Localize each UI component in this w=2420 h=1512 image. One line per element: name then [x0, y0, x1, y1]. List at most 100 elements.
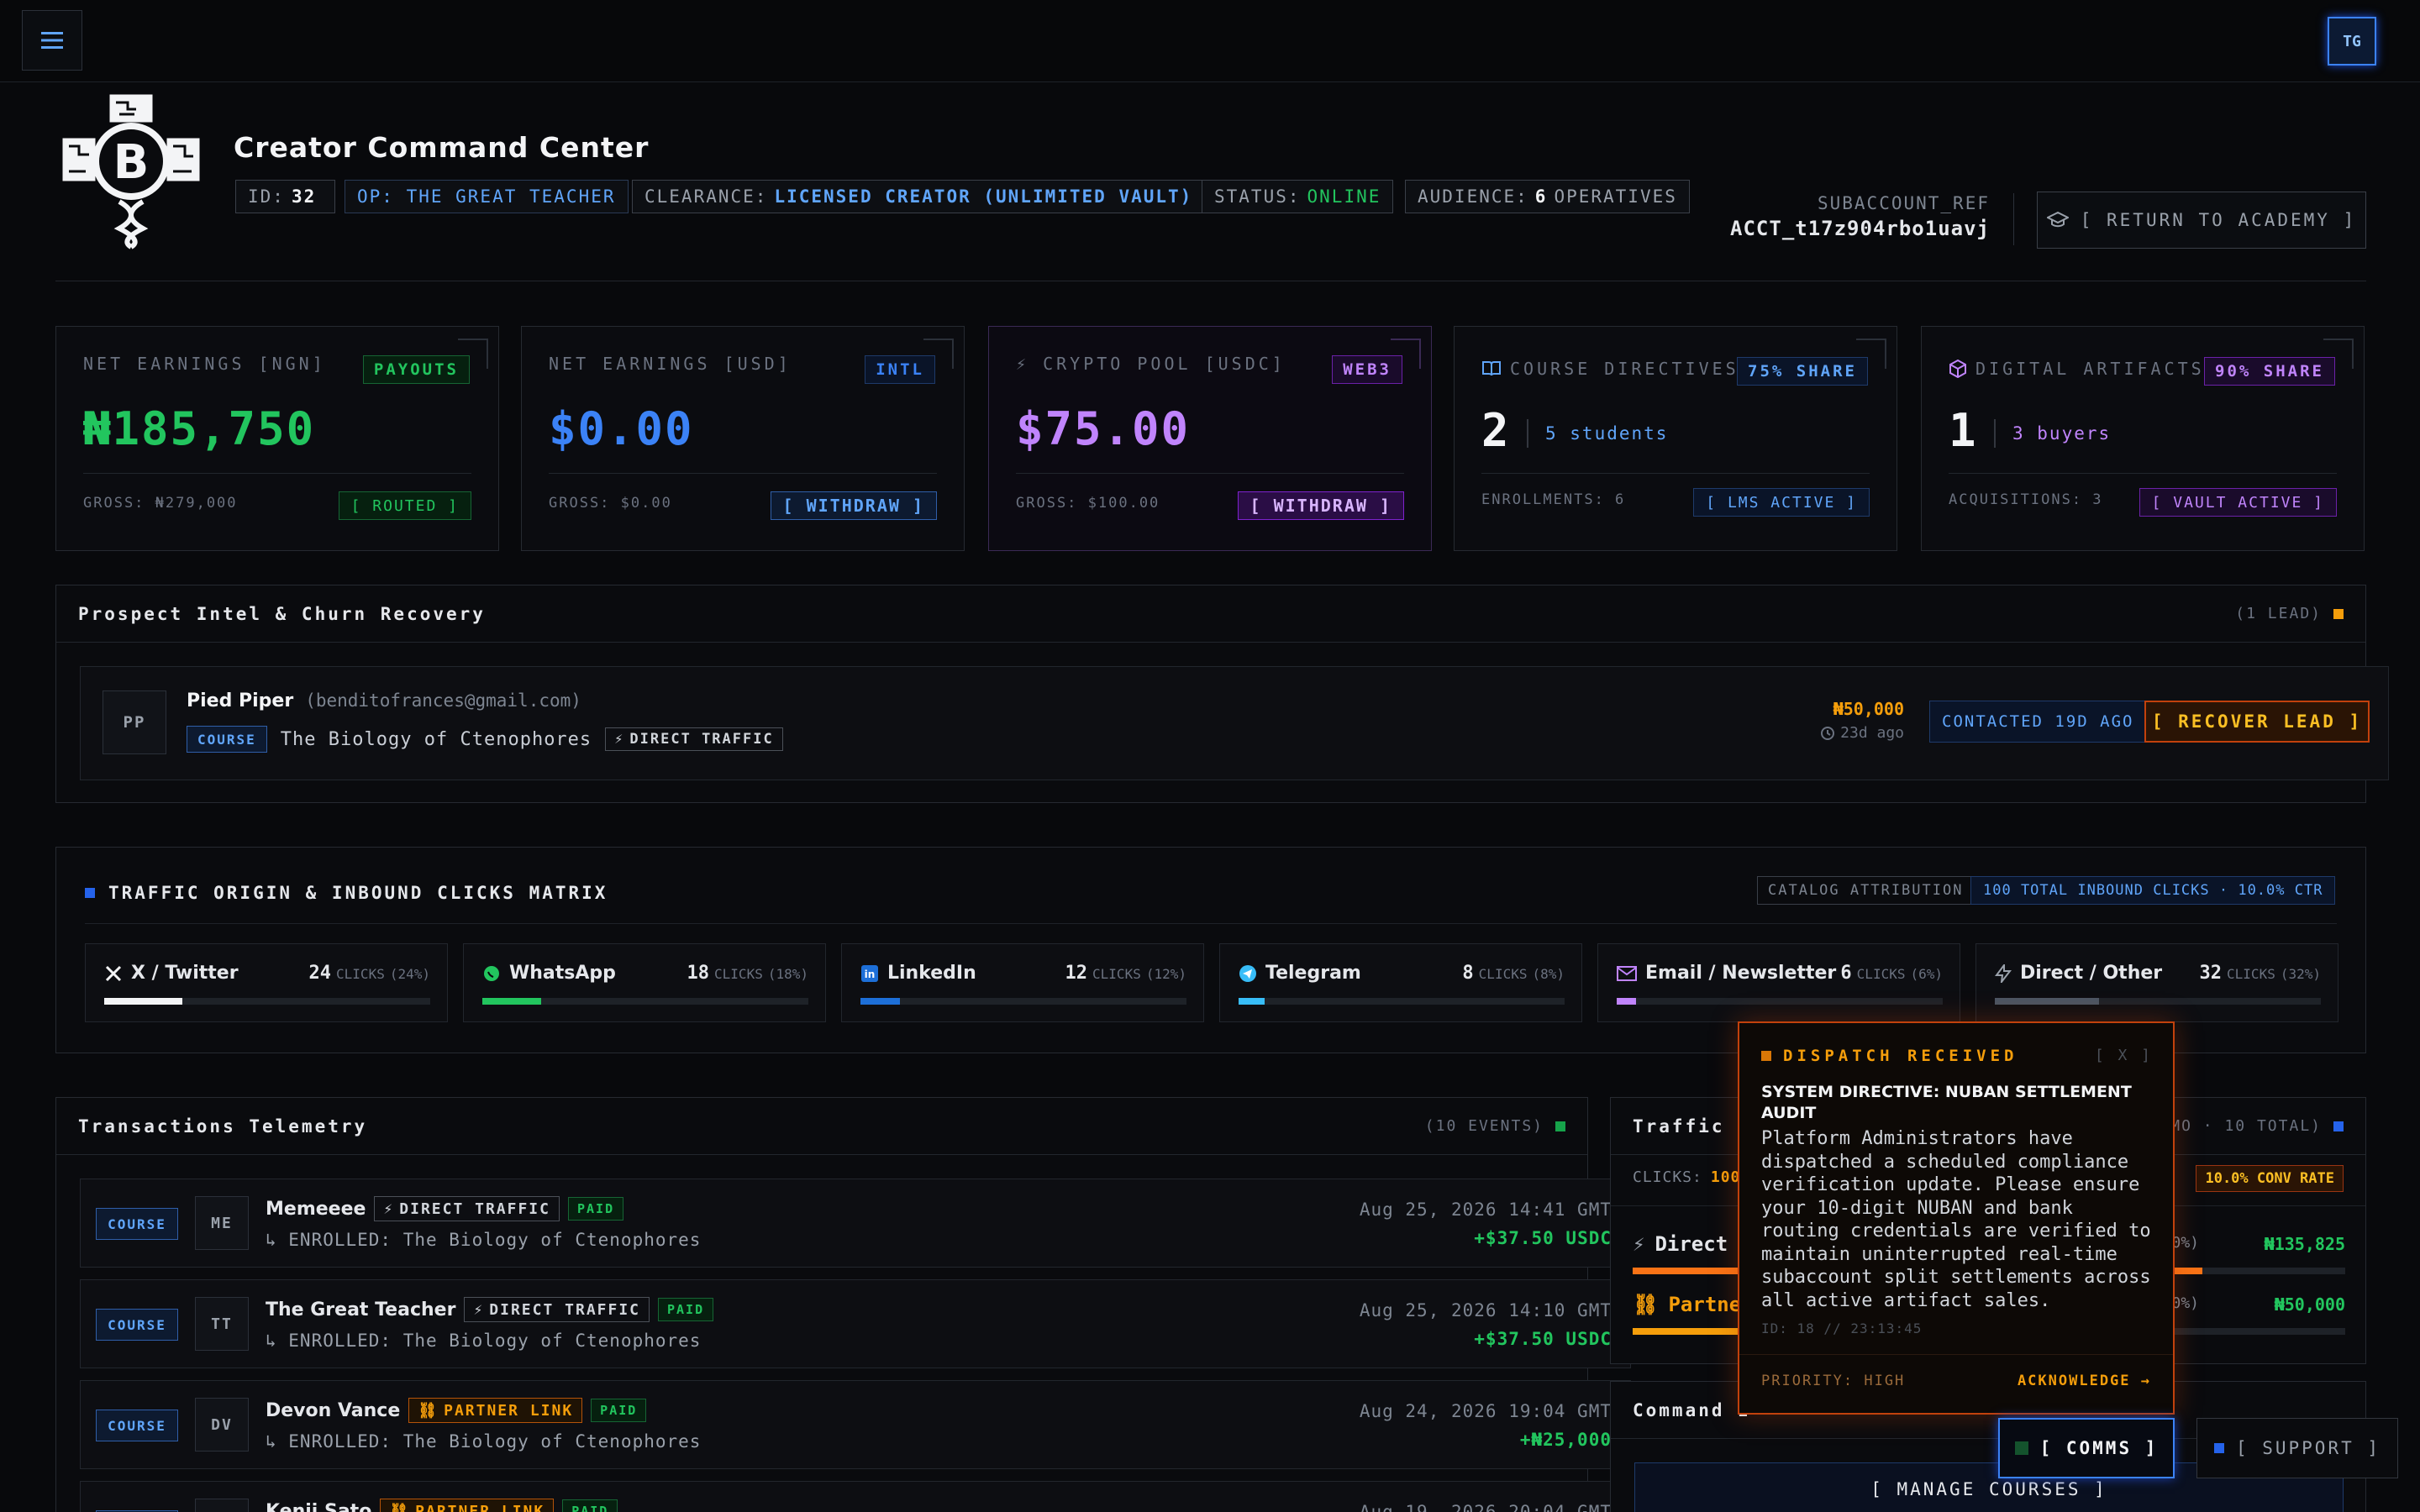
transaction-name: Memeeee	[266, 1198, 366, 1220]
panel-header: Transactions Telemetry (10 EVENTS)	[56, 1098, 1587, 1155]
linkedin-icon: in	[860, 964, 879, 983]
paid-badge: PAID	[658, 1298, 714, 1321]
transaction-date: Aug 19, 2026 20:04 GMT	[1359, 1502, 1612, 1512]
paid-badge: PAID	[567, 1197, 624, 1221]
card-label: NET EARNINGS [USD]	[549, 354, 792, 374]
support-button[interactable]: [ SUPPORT ]	[2196, 1418, 2398, 1478]
bolt-icon: ⚡	[614, 731, 625, 748]
id-label: ID:	[248, 186, 285, 207]
traffic-source-bar-fill	[482, 998, 541, 1005]
paid-badge: PAID	[562, 1499, 618, 1512]
card-divider	[83, 473, 471, 474]
card-crypto-pool: ⚡ CRYPTO POOL [USDC] WEB3 $75.00 GROSS: …	[988, 326, 1432, 551]
transaction-identity: Devon Vance ⛓ PARTNER LINK PAID	[266, 1398, 647, 1423]
catalog-attribution-badge: CATALOG ATTRIBUTION	[1757, 876, 1975, 905]
transaction-type-badge: COURSE	[96, 1309, 178, 1341]
telegram-icon	[1239, 964, 1257, 983]
card-count: 2	[1481, 404, 1509, 457]
audience-label: AUDIENCE:	[1418, 186, 1528, 207]
traffic-source-name: Email / Newsletter	[1617, 963, 1836, 984]
subaccount-value: ACCT_t17z904rbo1uavj	[1730, 217, 1990, 240]
transaction-amount: +₦25,000	[1519, 1430, 1612, 1450]
panel-meta: (1 LEAD)	[2235, 605, 2344, 622]
transactions-panel: Transactions Telemetry (10 EVENTS) COURS…	[55, 1097, 1631, 1512]
traffic-source-count: 12 CLICKS (12%)	[1065, 963, 1186, 984]
traffic-source-bar	[1239, 998, 1565, 1005]
transaction-avatar: ME	[195, 1196, 249, 1250]
lead-course: The Biology of Ctenophores	[280, 728, 592, 750]
clearance-value: LICENSED CREATOR (UNLIMITED VAULT)	[774, 186, 1193, 207]
transaction-row[interactable]: COURSE ME Memeeee ⚡ DIRECT TRAFFIC PAID ↳ ENRO…	[80, 1179, 1631, 1268]
dispatch-close-button[interactable]: [ X ]	[2095, 1047, 2153, 1064]
audience-chip: AUDIENCE: 6 OPERATIVES	[1405, 180, 1690, 213]
origin-row-partner: ⛓ Partne	[1633, 1293, 1742, 1316]
traffic-source-count: 24 CLICKS (24%)	[308, 963, 430, 984]
card-count-sub: 5 students	[1527, 419, 1668, 448]
card-gross: GROSS: $0.00	[549, 495, 672, 512]
traffic-source-bar-fill	[1239, 998, 1265, 1005]
panel-title: TRAFFIC ORIGIN & INBOUND CLICKS MATRIX	[108, 883, 608, 903]
comms-button[interactable]: [ COMMS ]	[1998, 1418, 2175, 1478]
support-indicator	[2213, 1443, 2224, 1453]
bolt-icon: ⚡	[1633, 1232, 1645, 1256]
panel-title: Command I	[1633, 1399, 1751, 1420]
bolt-icon	[1995, 963, 2012, 983]
link-icon: ⛓	[1633, 1293, 1659, 1316]
user-avatar-button[interactable]: TG	[2328, 17, 2376, 66]
panel-header: Prospect Intel & Churn Recovery (1 LEAD)	[56, 585, 2365, 643]
traffic-source-bar	[104, 998, 430, 1005]
paid-badge: PAID	[591, 1399, 647, 1422]
transaction-type-badge: COURSE	[96, 1410, 178, 1441]
transaction-row[interactable]: COURSEKSKenji Sato⛓PARTNER LINKPAIDAug 1…	[80, 1481, 1631, 1512]
transaction-source-badge: ⛓ PARTNER LINK	[408, 1398, 583, 1423]
card-course-directives: COURSE DIRECTIVES 75% SHARE 2 5 students…	[1454, 326, 1897, 551]
lead-email: (benditofrances@gmail.com)	[305, 690, 581, 711]
audience-value: 6	[1534, 186, 1548, 207]
audience-unit: OPERATIVES	[1554, 186, 1677, 207]
card-tag: WEB3	[1332, 355, 1402, 384]
svg-text:in: in	[865, 969, 876, 980]
transaction-date: Aug 25, 2026 14:10 GMT	[1359, 1300, 1612, 1320]
traffic-matrix-header: TRAFFIC ORIGIN & INBOUND CLICKS MATRIX	[85, 883, 608, 903]
withdraw-crypto-button[interactable]: [ WITHDRAW ]	[1237, 491, 1404, 520]
transaction-amount: +$37.50 USDC	[1474, 1329, 1612, 1349]
acknowledge-button[interactable]: ACKNOWLEDGE →	[2018, 1373, 2151, 1389]
card-tag: PAYOUTS	[362, 355, 470, 384]
transaction-enrolled: ↳ ENROLLED: The Biology of Ctenophores	[266, 1331, 702, 1351]
subaccount-label: SUBACCOUNT_REF	[1817, 193, 1990, 213]
transaction-identity: Kenji Sato ⛓ PARTNER LINK PAID	[266, 1499, 618, 1512]
traffic-source-count: 32 CLICKS (32%)	[2199, 963, 2321, 984]
transaction-row[interactable]: COURSE TT The Great Teacher ⚡ DIRECT TRAFFIC…	[80, 1279, 1631, 1368]
hamburger-icon	[41, 32, 63, 49]
origin-partner-amount: ₦50,000	[2274, 1294, 2345, 1315]
transaction-row[interactable]: COURSE DV Devon Vance ⛓ PARTNER LINK PAID ↳ EN…	[80, 1380, 1631, 1469]
transaction-avatar: DV	[195, 1398, 249, 1452]
contacted-badge: CONTACTED 19D AGO	[1929, 701, 2147, 743]
routed-badge: [ ROUTED ]	[338, 491, 471, 520]
transaction-source-badge: ⛓ PARTNER LINK	[380, 1499, 555, 1512]
traffic-source-bar	[860, 998, 1186, 1005]
card-gross: GROSS: $100.00	[1016, 495, 1160, 512]
withdraw-usd-button[interactable]: [ WITHDRAW ]	[770, 491, 937, 520]
traffic-source-bar-fill	[860, 998, 900, 1005]
card-count: 1	[1949, 404, 1976, 457]
top-bar	[0, 0, 2420, 82]
dispatch-body: Platform Administrators have dispatched …	[1761, 1128, 2151, 1311]
dispatch-subject: SYSTEM DIRECTIVE: NUBAN SETTLEMENT AUDIT	[1761, 1083, 2132, 1122]
traffic-source-card: Direct / Other 32 CLICKS (32%)	[1975, 943, 2338, 1022]
vault-active-badge: [ VAULT ACTIVE ]	[2139, 488, 2337, 517]
header-divider	[2013, 193, 2014, 245]
return-to-academy-button[interactable]: [ RETURN TO ACADEMY ]	[2037, 192, 2366, 249]
transaction-amount: +$37.50 USDC	[1474, 1228, 1612, 1248]
menu-button[interactable]	[22, 10, 82, 71]
recover-lead-button[interactable]: [ RECOVER LEAD ]	[2144, 701, 2370, 743]
card-value: $0.00	[549, 402, 694, 455]
card-net-earnings-usd: NET EARNINGS [USD] INTL $0.00 GROSS: $0.…	[521, 326, 965, 551]
link-icon: ⛓	[418, 1401, 439, 1420]
lead-name: Pied Piper	[187, 690, 294, 711]
dispatch-priority: PRIORITY: HIGH	[1761, 1373, 1906, 1389]
transaction-name: Devon Vance	[266, 1399, 401, 1421]
dispatch-heading: DISPATCH RECEIVED	[1783, 1047, 2018, 1065]
traffic-source-card: WhatsApp 18 CLICKS (18%)	[463, 943, 826, 1022]
traffic-source-name: WhatsApp	[482, 963, 616, 984]
